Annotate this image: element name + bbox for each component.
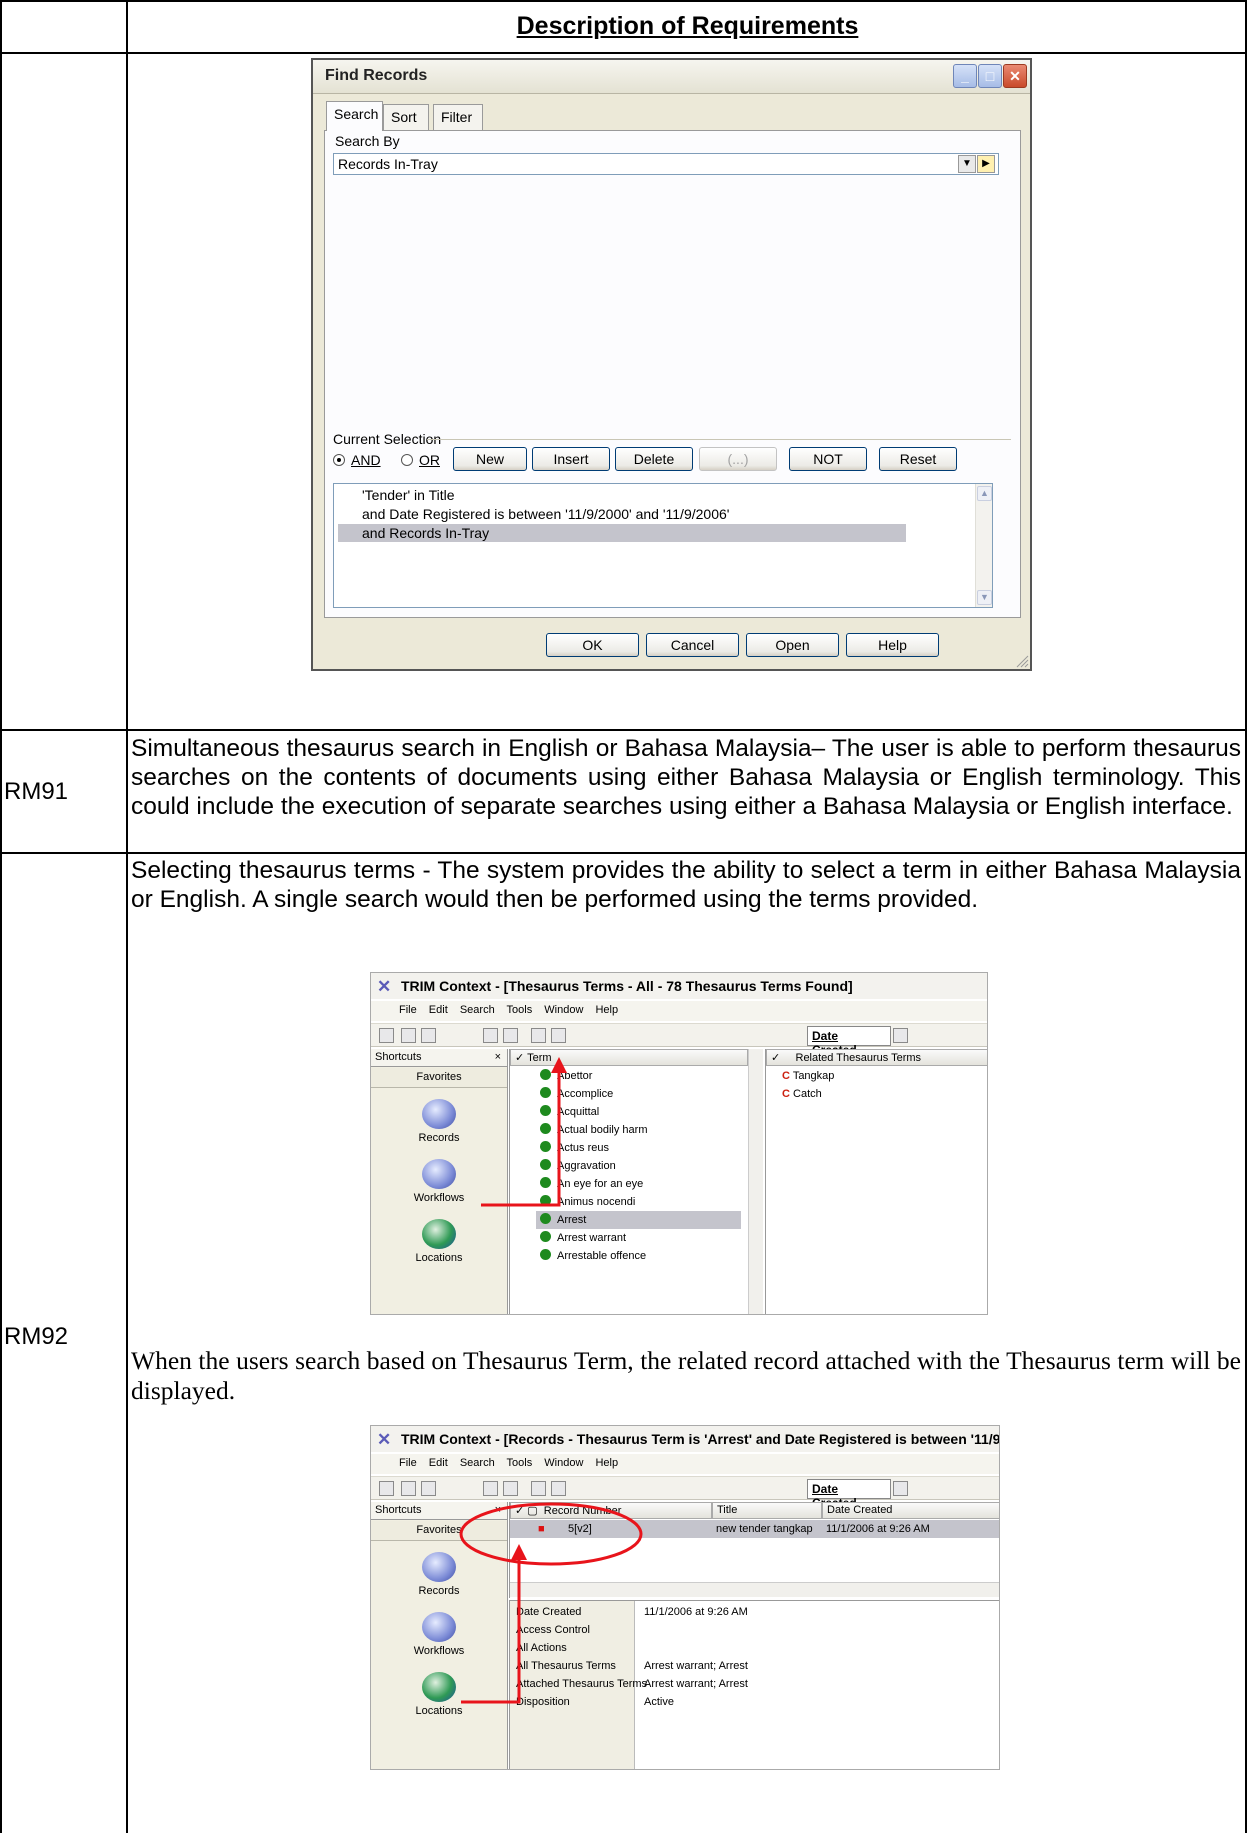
table-column-divider	[126, 0, 128, 1833]
requirement-text: When the users search based on Thesaurus…	[131, 1346, 1241, 1405]
folder-open-icon[interactable]: ▶	[977, 155, 995, 173]
scroll-down-icon[interactable]: ▼	[977, 590, 992, 605]
requirement-text: Simultaneous thesaurus search in English…	[131, 735, 1241, 820]
resize-grip-icon[interactable]	[1015, 654, 1029, 668]
annotation-arrow	[481, 1057, 567, 1207]
table-row-divider	[0, 52, 1247, 54]
close-button[interactable]: ✕	[1003, 64, 1027, 88]
radio-or-label[interactable]: OR	[419, 452, 440, 468]
tab-filter[interactable]: Filter	[433, 104, 483, 130]
list-item[interactable]: and Date Registered is between '11/9/200…	[338, 505, 906, 523]
reset-button[interactable]: Reset	[879, 447, 957, 471]
current-selection-list[interactable]: 'Tender' in Title and Date Registered is…	[333, 483, 993, 608]
table-border-left	[0, 0, 2, 1833]
list-scrollbar[interactable]: ▲ ▼	[975, 484, 992, 607]
requirement-text: Selecting thesaurus terms - The system p…	[131, 857, 1241, 913]
search-by-combo[interactable]: Records In-Tray ▼ ▶	[333, 153, 999, 175]
search-by-value: Records In-Tray	[338, 156, 438, 172]
requirements-document: Description of Requirements Find Records…	[0, 0, 1247, 1833]
scroll-up-icon[interactable]: ▲	[977, 486, 992, 501]
insert-button[interactable]: Insert	[532, 447, 610, 471]
current-selection-label: Current Selection	[333, 431, 442, 447]
radio-and[interactable]	[333, 454, 345, 466]
table-row-divider	[0, 852, 1247, 854]
requirement-id: RM92	[4, 1323, 69, 1350]
radio-or[interactable]	[401, 454, 413, 466]
search-by-label: Search By	[335, 133, 400, 149]
dialog-titlebar: Find Records _ □ ✕	[313, 60, 1030, 94]
group-button[interactable]: (...)	[699, 447, 777, 471]
open-button[interactable]: Open	[746, 633, 839, 657]
not-button[interactable]: NOT	[789, 447, 867, 471]
group-divider	[427, 439, 1011, 440]
list-item[interactable]: 'Tender' in Title	[338, 486, 906, 504]
radio-and-label[interactable]: AND	[351, 452, 381, 468]
cancel-button[interactable]: Cancel	[646, 633, 739, 657]
table-border-top	[0, 0, 1247, 2]
dialog-title: Find Records	[325, 67, 428, 84]
annotation-circle-arrow	[459, 1502, 643, 1704]
help-button[interactable]: Help	[846, 633, 939, 657]
list-item[interactable]: and Records In-Tray	[338, 524, 906, 542]
chevron-down-icon[interactable]: ▼	[958, 155, 976, 173]
table-row-divider	[0, 729, 1247, 731]
maximize-button[interactable]: □	[978, 64, 1002, 88]
table-header: Description of Requirements	[516, 12, 859, 40]
tab-search[interactable]: Search	[326, 101, 383, 131]
delete-button[interactable]: Delete	[615, 447, 693, 471]
tab-sort[interactable]: Sort	[383, 104, 429, 130]
new-button[interactable]: New	[453, 447, 527, 471]
requirement-id: RM91	[4, 778, 69, 805]
trim-thesaurus-screenshot: TRIM Context - [Thesaurus Terms - All - …	[370, 972, 988, 1315]
ok-button[interactable]: OK	[546, 633, 639, 657]
find-records-dialog: Find Records _ □ ✕ Search Sort Filter Se…	[311, 58, 1032, 671]
trim-records-screenshot: TRIM Context - [Records - Thesaurus Term…	[370, 1425, 1000, 1770]
minimize-button[interactable]: _	[953, 64, 977, 88]
